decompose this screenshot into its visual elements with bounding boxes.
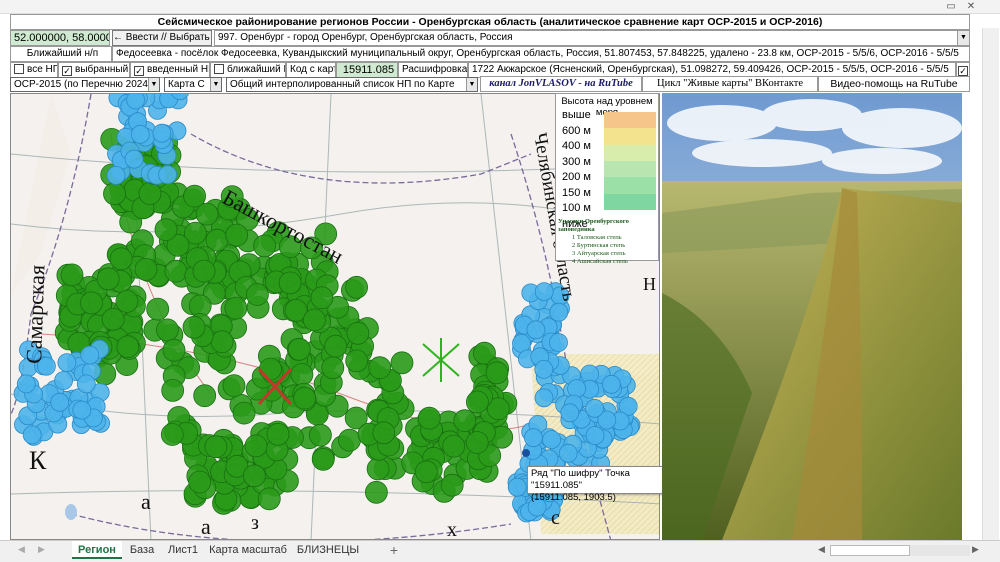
enter-select-button[interactable]: ← Ввести // Выбрать → — [112, 30, 212, 46]
legend-swatch — [604, 160, 656, 178]
checkbox-icon[interactable] — [14, 64, 24, 74]
map-label-k: К — [29, 446, 47, 475]
checkbox-entered-np[interactable]: ✓ введенный НП — [130, 62, 210, 78]
legend-level: 400 м — [562, 140, 591, 152]
legend-above: выше — [562, 109, 591, 121]
tab-map-scale[interactable]: Карта масштаб — [206, 541, 290, 559]
map-select[interactable]: Карта С ▼ — [164, 77, 222, 92]
add-sheet-button[interactable]: + — [386, 541, 402, 559]
scroll-right-icon[interactable]: ▶ — [972, 544, 979, 555]
city-select[interactable]: 997. Оренбург - город Оренбург, Оренбург… — [214, 30, 970, 46]
map-label-z: з — [251, 512, 259, 534]
chart-tooltip: Ряд "По шифру" Точка "15911.085" (15911.… — [527, 466, 675, 503]
cycle-link[interactable]: Цикл "Живые карты" ВКонтакте — [642, 76, 818, 92]
nearest-value: Федосеевка - посёлок Федосеевка, Куванды… — [112, 46, 970, 62]
legend-swatch — [604, 177, 656, 194]
tab-region[interactable]: Регион — [72, 541, 122, 559]
legend-color-bar — [604, 112, 656, 210]
checkbox-label: ближайший НП — [227, 64, 285, 75]
reserve-title: Участки Оренбургского заповедника — [558, 218, 629, 233]
chevron-down-icon[interactable]: ▼ — [466, 78, 477, 91]
tooltip-line: Ряд "По шифру" Точка "15911.085" — [531, 468, 630, 491]
tooltip-line: (15911.085, 1903.5) — [531, 492, 616, 503]
checkbox-selected-np[interactable]: ✓выбранный НП — [58, 62, 130, 78]
chevron-down-icon[interactable]: ▼ — [210, 78, 221, 91]
tab-twins[interactable]: БЛИЗНЕЦЫ — [292, 541, 364, 559]
map-label-x: х — [447, 519, 457, 540]
prev-sheet-icon[interactable]: ◀ — [18, 544, 25, 555]
decode-label: Расшифровка — [398, 62, 468, 78]
list-select[interactable]: Общий интерполированный список НП по Кар… — [226, 77, 478, 92]
reserve-item: 1 Таловская степь — [572, 234, 622, 241]
tab-base[interactable]: База — [124, 541, 160, 559]
tab-sheet1[interactable]: Лист1 — [162, 541, 204, 559]
legend-level: 150 м — [562, 186, 591, 199]
legend-level: 300 м — [562, 155, 591, 168]
restore-button[interactable]: ▭ — [942, 0, 960, 14]
osr-select-value: ОСР-2015 (по Перечню 2024г.) — [14, 79, 157, 90]
reserve-item: 3 Айтуарская степь — [572, 250, 626, 257]
checkbox-all-np[interactable]: все НП — [10, 62, 58, 78]
legend-swatch — [604, 112, 656, 129]
channel-link[interactable]: канал JonVLASOV - на RuTube — [480, 76, 642, 92]
checkbox-icon[interactable] — [214, 64, 224, 74]
chevron-down-icon[interactable]: ▼ — [957, 31, 969, 45]
reserve-item: 4 Ашисайская степь — [572, 258, 628, 265]
map-label-n: Н — [643, 274, 656, 294]
next-sheet-icon[interactable]: ▶ — [38, 544, 45, 555]
checkbox-label: все НП — [27, 64, 58, 75]
map-label-a2: а — [201, 514, 211, 539]
legend-swatch — [604, 144, 656, 161]
scroll-left-icon[interactable]: ◀ — [818, 544, 825, 555]
map-label-a1: а — [141, 489, 151, 514]
close-button[interactable]: ✕ — [962, 0, 980, 14]
code-label: Код с карты — [286, 62, 336, 78]
page-title: Сейсмическое районирование регионов Росс… — [10, 14, 970, 30]
reserve-legend: Участки Оренбургского заповедника 1 Тало… — [558, 218, 658, 266]
chevron-down-icon[interactable]: ▼ — [148, 78, 159, 91]
checkbox-checked-icon[interactable]: ✓ — [62, 66, 72, 76]
legend-level: 200 м — [562, 171, 591, 183]
coords-input[interactable]: 52.000000, 58.000000 — [10, 30, 110, 46]
checkbox-label: выбранный НП — [75, 64, 129, 75]
map-label-s: с — [551, 507, 560, 529]
elevation-legend: Высота над уровнем моря выше 600 м 400 м… — [555, 93, 659, 265]
sheet-tab-bar: ◀ ▶ Регион База Лист1 Карта масштаб БЛИЗ… — [0, 540, 1000, 562]
landscape-photo — [662, 93, 962, 540]
checkbox-checked-icon[interactable]: ✓ — [958, 66, 968, 76]
legend-labels: выше 600 м 400 м 300 м 200 м 150 м 100 м… — [562, 108, 602, 232]
checkbox-near-np[interactable]: ближайший НП — [210, 62, 286, 78]
list-select-value: Общий интерполированный список НП по Кар… — [230, 79, 455, 90]
nearest-label: Ближайший н/п — [10, 46, 112, 62]
legend-swatch — [604, 128, 656, 145]
horizontal-scroll-thumb[interactable] — [830, 545, 910, 556]
vertical-scrollbar[interactable] — [982, 28, 999, 540]
legend-level: 100 м — [562, 202, 591, 214]
osr-select[interactable]: ОСР-2015 (по Перечню 2024г.) ▼ — [10, 77, 160, 92]
window-top-strip — [0, 0, 1000, 14]
reserve-item: 2 Буртинская степь — [572, 242, 626, 249]
checkbox-label: введенный НП — [147, 64, 210, 75]
map-label-samara: Самарская — [21, 264, 49, 364]
video-link[interactable]: Видео-помощь на RuTube — [818, 76, 970, 92]
map-select-value: Карта С — [168, 79, 205, 90]
legend-swatch — [604, 193, 656, 210]
checkbox-checked-icon[interactable]: ✓ — [134, 66, 144, 76]
code-value[interactable]: 15911.085 — [336, 62, 398, 78]
city-select-value: 997. Оренбург - город Оренбург, Оренбург… — [218, 32, 513, 43]
legend-level: 600 м — [562, 124, 591, 137]
horizontal-scroll-track[interactable] — [910, 545, 970, 556]
